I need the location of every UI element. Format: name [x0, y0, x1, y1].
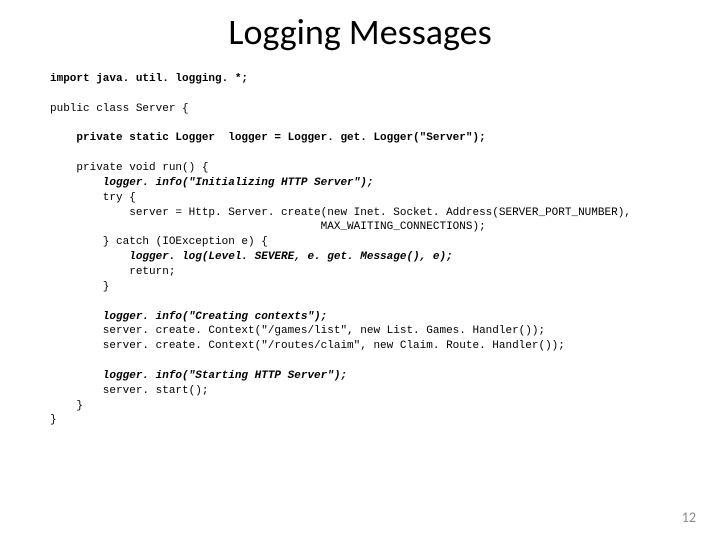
code-line: MAX_WAITING_CONNECTIONS); [50, 221, 486, 233]
code-line: } [50, 400, 83, 412]
code-line: server. create. Context("/games/list", n… [50, 325, 545, 337]
code-line: logger. log(Level. SEVERE, e. get. Messa… [50, 251, 453, 263]
code-block: import java. util. logging. *; public cl… [0, 72, 720, 428]
code-line: logger. info("Starting HTTP Server"); [50, 370, 347, 382]
code-line: public class Server { [50, 103, 189, 115]
code-line: import java. util. logging. *; [50, 73, 248, 85]
code-line: logger. info("Initializing HTTP Server")… [50, 177, 373, 189]
code-line: server = Http. Server. create(new Inet. … [50, 207, 631, 219]
code-line: server. start(); [50, 385, 208, 397]
code-line: } [50, 414, 57, 426]
page-number: 12 [682, 509, 696, 526]
code-line: server. create. Context("/routes/claim",… [50, 340, 565, 352]
code-line: } [50, 281, 109, 293]
slide: Logging Messages import java. util. logg… [0, 0, 720, 540]
code-line: return; [50, 266, 175, 278]
code-line: } catch (IOException e) { [50, 236, 268, 248]
slide-title: Logging Messages [0, 0, 720, 72]
code-line: try { [50, 192, 136, 204]
code-line: private static Logger logger = Logger. g… [50, 132, 486, 144]
code-line: logger. info("Creating contexts"); [50, 311, 327, 323]
code-line: private void run() { [50, 162, 208, 174]
